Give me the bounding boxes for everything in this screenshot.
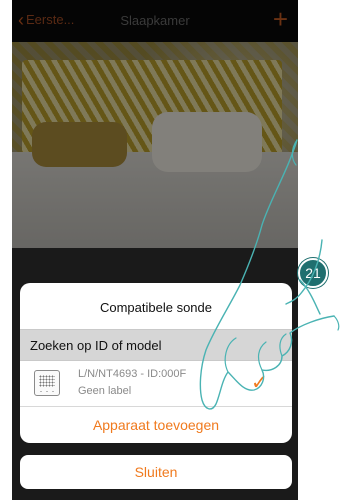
compatible-probes-dialog: Compatibele sonde Zoeken op ID of model … (20, 283, 292, 443)
search-by-id-row[interactable]: Zoeken op ID of model (20, 329, 292, 361)
device-id: L/N/NT4693 - ID:000F (78, 368, 187, 380)
step-badge: 21 (298, 258, 328, 288)
dialog-title: Compatibele sonde (99, 300, 213, 315)
device-list-item[interactable]: L/N/NT4693 - ID:000F Geen label ✓ (20, 360, 292, 404)
close-button[interactable]: Sluiten (20, 455, 292, 489)
phone-screen: ‹ Eerste... Slaapkamer + Compatibele son… (12, 0, 298, 500)
checkmark-icon: ✓ (251, 372, 268, 394)
navbar: ‹ Eerste... Slaapkamer + (12, 0, 298, 42)
add-device-button[interactable]: Apparaat toevoegen (20, 407, 292, 443)
room-photo (12, 42, 298, 248)
search-label: Zoeken op ID of model (30, 338, 162, 353)
page-title: Slaapkamer (120, 13, 190, 28)
plus-icon[interactable]: + (273, 5, 288, 33)
device-label: Geen label (78, 385, 132, 397)
device-thermostat-icon (34, 370, 60, 396)
